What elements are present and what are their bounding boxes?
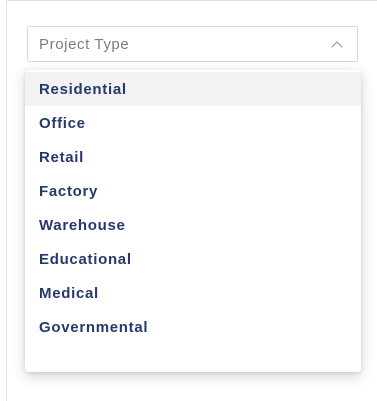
- chevron-up-icon[interactable]: [329, 36, 345, 52]
- option-label: Medical: [39, 284, 99, 302]
- option-residential[interactable]: Residential: [25, 72, 361, 106]
- option-label: Educational: [39, 250, 132, 268]
- project-type-dropdown-menu: Residential Office Retail Factory Wareho…: [25, 70, 361, 372]
- option-retail[interactable]: Retail: [25, 140, 361, 174]
- option-governmental[interactable]: Governmental: [25, 310, 361, 344]
- option-label: Retail: [39, 148, 85, 166]
- option-office[interactable]: Office: [25, 106, 361, 140]
- project-type-select[interactable]: Project Type: [27, 26, 358, 62]
- option-label: Governmental: [39, 318, 149, 336]
- option-label: Office: [39, 114, 86, 132]
- option-medical[interactable]: Medical: [25, 276, 361, 310]
- project-type-select-value: Project Type: [39, 35, 130, 53]
- option-label: Factory: [39, 182, 99, 200]
- option-warehouse[interactable]: Warehouse: [25, 208, 361, 242]
- option-factory[interactable]: Factory: [25, 174, 361, 208]
- panel-top-border: [6, 0, 377, 1]
- option-label: Residential: [39, 80, 127, 98]
- option-label: Warehouse: [39, 216, 126, 234]
- panel-left-border: [6, 0, 7, 401]
- option-educational[interactable]: Educational: [25, 242, 361, 276]
